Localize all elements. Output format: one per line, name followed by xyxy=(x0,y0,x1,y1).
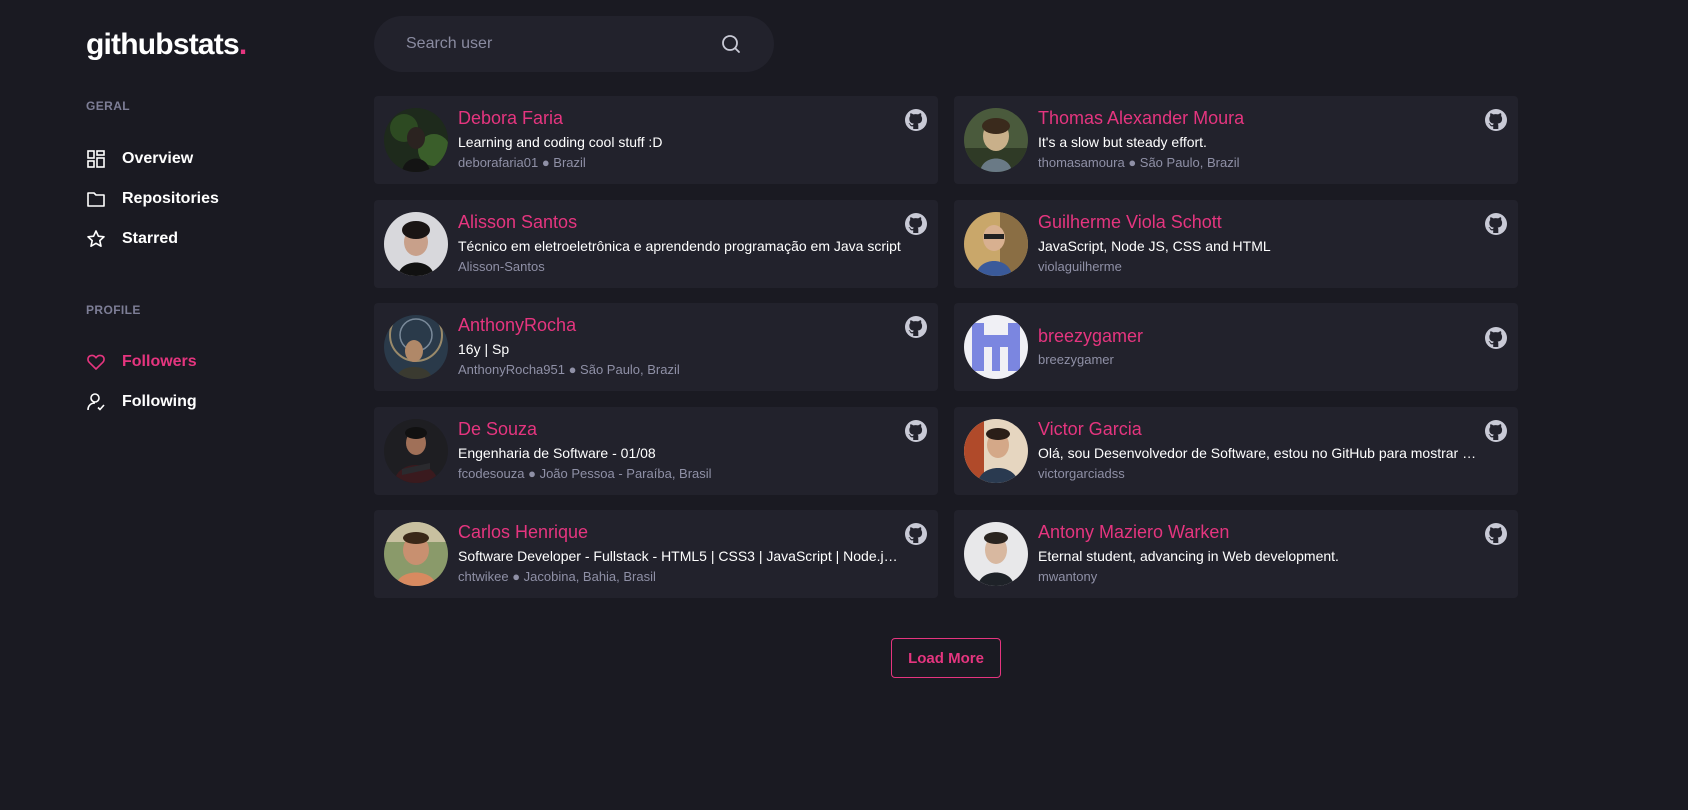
star-icon xyxy=(86,229,106,249)
search-input[interactable] xyxy=(406,35,720,53)
section-label-profile: PROFILE xyxy=(86,303,141,317)
section-label-general: GERAL xyxy=(86,99,130,113)
user-name[interactable]: Debora Faria xyxy=(458,108,563,129)
user-bio: Eternal student, advancing in Web develo… xyxy=(1038,548,1339,564)
github-icon[interactable] xyxy=(1484,326,1508,350)
avatar xyxy=(384,108,448,172)
user-card[interactable]: Thomas Alexander Moura It's a slow but s… xyxy=(954,96,1518,184)
nav-label-repositories: Repositories xyxy=(122,190,219,207)
avatar xyxy=(384,419,448,483)
user-meta: chtwikee ● Jacobina, Bahia, Brasil xyxy=(458,569,656,584)
user-bio: Learning and coding cool stuff :D xyxy=(458,134,663,150)
user-meta: breezygamer xyxy=(1038,352,1114,367)
heart-icon xyxy=(86,352,106,372)
user-name[interactable]: Carlos Henrique xyxy=(458,522,588,543)
github-icon[interactable] xyxy=(904,108,928,132)
user-card[interactable]: Antony Maziero Warken Eternal student, a… xyxy=(954,510,1518,598)
user-name[interactable]: Thomas Alexander Moura xyxy=(1038,108,1244,129)
user-name[interactable]: De Souza xyxy=(458,419,537,440)
sidebar: githubstats. GERAL Overview Repositories… xyxy=(86,0,336,810)
user-bio: Olá, sou Desenvolvedor de Software, esto… xyxy=(1038,445,1482,461)
nav-item-followers[interactable]: Followers xyxy=(86,348,316,376)
user-meta: deborafaria01 ● Brazil xyxy=(458,155,586,170)
github-icon[interactable] xyxy=(904,522,928,546)
avatar xyxy=(964,315,1028,379)
github-icon[interactable] xyxy=(904,315,928,339)
user-meta: AnthonyRocha951 ● São Paulo, Brazil xyxy=(458,362,680,377)
brand-name: githubstats xyxy=(86,28,240,61)
user-card[interactable]: Guilherme Viola Schott JavaScript, Node … xyxy=(954,200,1518,288)
user-card[interactable]: AnthonyRocha 16y | Sp AnthonyRocha951 ● … xyxy=(374,303,938,391)
github-icon[interactable] xyxy=(1484,522,1508,546)
user-bio: It's a slow but steady effort. xyxy=(1038,134,1207,150)
search-bar xyxy=(374,16,774,72)
user-name[interactable]: breezygamer xyxy=(1038,326,1143,347)
avatar xyxy=(964,108,1028,172)
user-meta: Alisson-Santos xyxy=(458,259,545,274)
user-card[interactable]: Debora Faria Learning and coding cool st… xyxy=(374,96,938,184)
avatar xyxy=(384,315,448,379)
github-icon[interactable] xyxy=(1484,212,1508,236)
nav-label-followers: Followers xyxy=(122,353,197,370)
github-icon[interactable] xyxy=(904,212,928,236)
user-bio: JavaScript, Node JS, CSS and HTML xyxy=(1038,238,1271,254)
nav-item-overview[interactable]: Overview xyxy=(86,145,316,173)
user-name[interactable]: AnthonyRocha xyxy=(458,315,576,336)
user-meta: violaguilherme xyxy=(1038,259,1122,274)
user-meta: fcodesouza ● João Pessoa - Paraíba, Bras… xyxy=(458,466,712,481)
user-meta: thomasamoura ● São Paulo, Brazil xyxy=(1038,155,1240,170)
nav-label-overview: Overview xyxy=(122,150,194,167)
github-icon[interactable] xyxy=(904,419,928,443)
github-icon[interactable] xyxy=(1484,419,1508,443)
nav-item-repositories[interactable]: Repositories xyxy=(86,185,316,213)
brand-dot: . xyxy=(238,28,247,61)
user-card[interactable]: breezygamer breezygamer xyxy=(954,303,1518,391)
user-card[interactable]: Victor Garcia Olá, sou Desenvolvedor de … xyxy=(954,407,1518,495)
user-card[interactable]: Alisson Santos Técnico em eletroeletrôni… xyxy=(374,200,938,288)
avatar xyxy=(964,522,1028,586)
nav-label-starred: Starred xyxy=(122,230,179,247)
user-bio: Técnico em eletroeletrônica e aprendendo… xyxy=(458,238,901,254)
user-name[interactable]: Guilherme Viola Schott xyxy=(1038,212,1222,233)
user-check-icon xyxy=(86,392,106,412)
avatar xyxy=(384,212,448,276)
avatar xyxy=(384,522,448,586)
user-bio: Software Developer - Fullstack - HTML5 |… xyxy=(458,548,902,564)
nav-label-following: Following xyxy=(122,393,197,410)
user-name[interactable]: Antony Maziero Warken xyxy=(1038,522,1229,543)
avatar xyxy=(964,419,1028,483)
user-bio: Engenharia de Software - 01/08 xyxy=(458,445,656,461)
user-card[interactable]: De Souza Engenharia de Software - 01/08 … xyxy=(374,407,938,495)
avatar xyxy=(964,212,1028,276)
nav-item-starred[interactable]: Starred xyxy=(86,225,316,253)
nav-item-following[interactable]: Following xyxy=(86,388,316,416)
user-meta: victorgarciadss xyxy=(1038,466,1125,481)
search-icon[interactable] xyxy=(720,33,742,55)
github-icon[interactable] xyxy=(1484,108,1508,132)
user-name[interactable]: Alisson Santos xyxy=(458,212,577,233)
user-bio: 16y | Sp xyxy=(458,341,510,357)
load-more-button[interactable]: Load More xyxy=(891,638,1001,678)
folder-icon xyxy=(86,189,106,209)
brand-logo[interactable]: githubstats. xyxy=(86,28,247,62)
user-name[interactable]: Victor Garcia xyxy=(1038,419,1142,440)
user-meta: mwantony xyxy=(1038,569,1098,584)
dashboard-icon xyxy=(86,149,106,169)
user-card[interactable]: Carlos Henrique Software Developer - Ful… xyxy=(374,510,938,598)
